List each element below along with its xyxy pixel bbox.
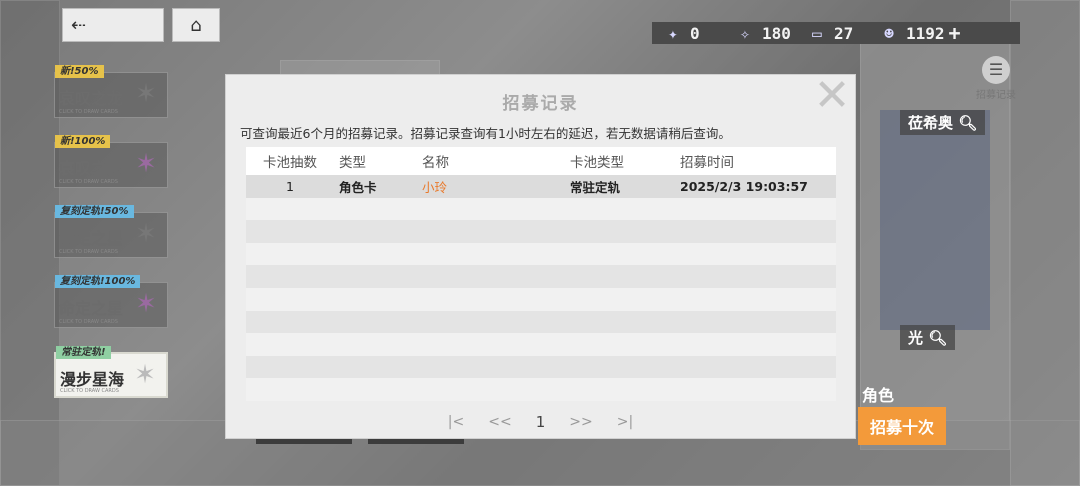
currency-value: 180 bbox=[762, 23, 791, 43]
column-header: 类型 bbox=[339, 155, 366, 171]
next-page-button[interactable]: >> bbox=[569, 414, 592, 430]
column-header: 名称 bbox=[422, 155, 449, 171]
banner-item-selected[interactable]: 常驻定轨! 漫步星海 CLICK TO DRAW CARDS ✶ bbox=[54, 346, 168, 398]
table-row-empty bbox=[246, 265, 836, 288]
banner-name: 命定之星 bbox=[59, 229, 124, 248]
recruit-record-button[interactable]: ☰ 招募记录 bbox=[966, 56, 1026, 101]
record-table: 卡池抽数 类型 名称 卡池类型 招募时间 1 角色卡 小玲 常驻定轨 2025/… bbox=[246, 147, 836, 401]
banner-tag: 复刻定轨!100% bbox=[55, 275, 141, 288]
banner-subtitle: CLICK TO DRAW CARDS bbox=[59, 109, 118, 115]
banner-item[interactable]: 复刻定轨!100% 命定之星 CLICK TO DRAW CARDS ✶ bbox=[54, 275, 168, 328]
currency-crystal: ✧ 180 bbox=[734, 22, 796, 44]
table-row-empty bbox=[246, 197, 836, 221]
currency-value: 27 bbox=[834, 23, 854, 43]
banner-subtitle: CLICK TO DRAW CARDS bbox=[59, 179, 118, 185]
banner-item[interactable]: 新!100% 哀叹之龙 CLICK TO DRAW CARDS ✶ bbox=[54, 135, 168, 188]
currency-ticket: ▭ 27 bbox=[806, 22, 868, 44]
banner-tag: 常驻定轨! bbox=[56, 346, 111, 359]
table-header: 卡池抽数 类型 名称 卡池类型 招募时间 bbox=[246, 147, 836, 175]
banner-item[interactable]: 新!50% 哀叹之龙 CLICK TO DRAW CARDS ✶ bbox=[54, 65, 168, 118]
table-row-empty bbox=[246, 355, 836, 379]
table-row-empty bbox=[246, 378, 836, 401]
banner-item[interactable]: 复刻定轨!50% 命定之星 CLICK TO DRAW CARDS ✶ bbox=[54, 205, 168, 258]
banner-name: 哀叹之龙 bbox=[59, 159, 124, 178]
table-row-empty bbox=[246, 220, 836, 243]
current-page: 1 bbox=[535, 413, 546, 431]
home-button[interactable]: ⌂ bbox=[172, 8, 220, 42]
banner-name: 漫步星海 bbox=[60, 370, 125, 389]
character-label: 莅希奥 🔍︎ bbox=[900, 110, 986, 135]
column-header: 招募时间 bbox=[680, 155, 734, 171]
table-row-empty bbox=[246, 310, 836, 334]
banner-tag: 新!50% bbox=[55, 65, 104, 78]
role-label: 角色 bbox=[862, 386, 895, 405]
character-label: 光 🔍︎ bbox=[900, 325, 956, 350]
table-row: 1 角色卡 小玲 常驻定轨 2025/2/3 19:03:57 bbox=[246, 175, 836, 198]
star-shard-icon: ✦ bbox=[668, 23, 678, 43]
table-row-empty bbox=[246, 333, 836, 356]
character-name: 莅希奥 bbox=[908, 114, 954, 132]
banner-subtitle: CLICK TO DRAW CARDS bbox=[60, 388, 119, 394]
last-page-button[interactable]: >| bbox=[617, 414, 633, 430]
cell-time: 2025/2/3 19:03:57 bbox=[680, 178, 808, 194]
column-header: 卡池抽数 bbox=[263, 155, 317, 171]
currency-star-shard: ✦ 0 bbox=[662, 22, 724, 44]
cell-type: 角色卡 bbox=[339, 179, 377, 195]
prev-page-button[interactable]: << bbox=[488, 414, 511, 430]
emblem-icon: ✶ bbox=[135, 289, 157, 319]
modal-title: 招募记录 bbox=[502, 94, 579, 114]
close-icon[interactable]: ✕ bbox=[813, 74, 851, 118]
currency-value: 1192 bbox=[906, 23, 945, 43]
banner-tag: 新!100% bbox=[55, 135, 111, 148]
banner-tag: 复刻定轨!50% bbox=[55, 205, 134, 218]
crystal-icon: ✧ bbox=[740, 23, 750, 43]
banner-subtitle: CLICK TO DRAW CARDS bbox=[59, 249, 118, 255]
recruit-ten-button[interactable]: 招募十次 bbox=[858, 407, 946, 445]
cell-pool-type: 常驻定轨 bbox=[570, 179, 621, 195]
currency-bar: ✦ 0 ✧ 180 ▭ 27 ☻ 1192 + bbox=[652, 21, 1020, 45]
banner-name: 命定之星 bbox=[59, 299, 124, 318]
recruit-ten-label: 招募十次 bbox=[869, 418, 934, 437]
emblem-icon: ✶ bbox=[135, 79, 157, 109]
add-currency-button[interactable]: + bbox=[949, 21, 961, 45]
table-row-empty bbox=[246, 242, 836, 266]
avatar-coin-icon: ☻ bbox=[884, 23, 894, 43]
character-name: 光 bbox=[908, 329, 924, 347]
record-icon: ☰ bbox=[982, 56, 1010, 84]
pagination: |< << 1 >> >| bbox=[226, 413, 855, 431]
cell-name: 小玲 bbox=[422, 179, 448, 195]
banner-name: 哀叹之龙 bbox=[59, 89, 124, 108]
home-icon: ⌂ bbox=[190, 14, 202, 36]
table-row-empty bbox=[246, 287, 836, 311]
recruit-record-modal: 招募记录 ✕ 可查询最近6个月的招募记录。招募记录查询有1小时左右的延迟，若无数… bbox=[225, 74, 856, 439]
search-icon: 🔍︎ bbox=[928, 329, 948, 347]
ticket-icon: ▭ bbox=[812, 23, 822, 43]
recruit-record-label: 招募记录 bbox=[976, 90, 1016, 101]
back-arrow-icon: ⇠ bbox=[71, 14, 87, 36]
emblem-icon: ✶ bbox=[135, 219, 157, 249]
modal-description: 可查询最近6个月的招募记录。招募记录查询有1小时左右的延迟，若无数据请稍后查询。 bbox=[240, 126, 731, 141]
cell-count: 1 bbox=[286, 178, 294, 194]
back-button[interactable]: ⇠ bbox=[62, 8, 164, 42]
banner-subtitle: CLICK TO DRAW CARDS bbox=[59, 319, 118, 325]
column-header: 卡池类型 bbox=[570, 155, 624, 171]
currency-avatar-coin: ☻ 1192 bbox=[878, 22, 945, 44]
search-icon: 🔍︎ bbox=[958, 114, 978, 132]
currency-value: 0 bbox=[690, 23, 700, 43]
emblem-icon: ✶ bbox=[135, 149, 157, 179]
first-page-button[interactable]: |< bbox=[448, 414, 464, 430]
emblem-icon: ✶ bbox=[134, 360, 156, 390]
table-body: 1 角色卡 小玲 常驻定轨 2025/2/3 19:03:57 bbox=[246, 175, 836, 401]
